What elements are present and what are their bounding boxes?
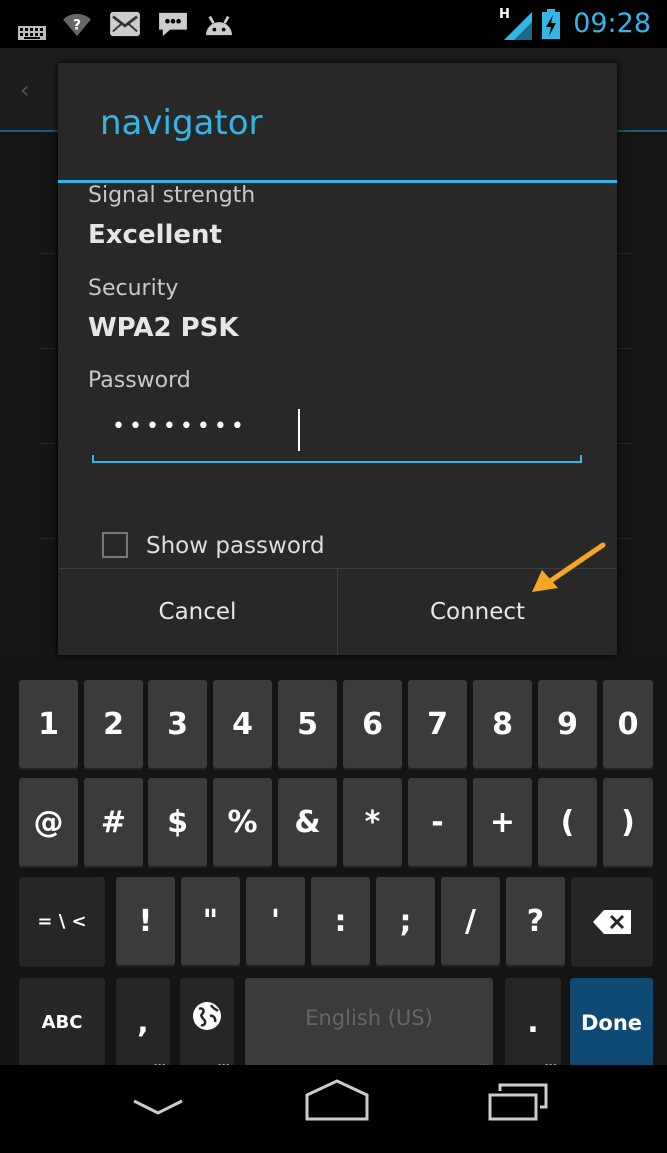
key-exclamation[interactable]: ! [116, 877, 175, 967]
key-percent[interactable]: % [213, 778, 272, 868]
key-double-quote[interactable]: " [181, 877, 240, 967]
key-semicolon[interactable]: ; [376, 877, 435, 967]
key-minus[interactable]: - [408, 778, 467, 868]
android-icon [206, 15, 232, 36]
backspace-icon [593, 910, 631, 934]
text-cursor [298, 409, 300, 451]
cancel-button[interactable]: Cancel [58, 569, 337, 655]
key-1[interactable]: 1 [19, 680, 78, 770]
navigation-bar [0, 1065, 667, 1153]
key-4[interactable]: 4 [213, 680, 272, 770]
show-password-label[interactable]: Show password [146, 533, 325, 559]
done-key[interactable]: Done [570, 978, 653, 1068]
svg-text:?: ? [73, 18, 81, 34]
key-at[interactable]: @ [19, 778, 78, 868]
key-2[interactable]: 2 [84, 680, 143, 770]
input-underline [92, 455, 582, 463]
keyboard-icon [18, 26, 46, 40]
key-more-symbols[interactable]: = \ < [19, 877, 105, 967]
key-open-paren[interactable]: ( [538, 778, 597, 868]
battery-charging-icon [542, 9, 560, 39]
recents-icon[interactable] [486, 1077, 552, 1123]
password-value: •••••••• [112, 414, 248, 439]
status-bar: ? H 09:28 [0, 0, 667, 48]
network-type-label: H [499, 7, 510, 22]
chat-icon [159, 12, 187, 37]
security-value: WPA2 PSK [88, 313, 239, 343]
backspace-key[interactable] [571, 877, 653, 967]
key-hash[interactable]: # [84, 778, 143, 868]
language-key[interactable]: ... [180, 978, 234, 1068]
key-period-label: . [527, 1005, 539, 1040]
signal-strength-label: Signal strength [88, 183, 256, 208]
signal-strength-value: Excellent [88, 220, 222, 250]
key-9[interactable]: 9 [538, 680, 597, 770]
key-7[interactable]: 7 [408, 680, 467, 770]
space-key[interactable]: English (US)... [245, 978, 493, 1068]
password-input[interactable]: •••••••• [92, 403, 582, 463]
annotation-arrow-icon [532, 542, 606, 592]
space-key-label: English (US) [305, 1006, 433, 1030]
key-comma[interactable]: ,... [116, 978, 170, 1068]
back-icon[interactable] [130, 1085, 186, 1125]
key-dollar[interactable]: $ [148, 778, 207, 868]
key-comma-label: , [137, 1005, 149, 1040]
key-colon[interactable]: : [311, 877, 370, 967]
password-label: Password [88, 368, 191, 393]
up-caret-icon: ‹ [20, 76, 30, 104]
key-slash[interactable]: / [441, 877, 500, 967]
key-ampersand[interactable]: & [278, 778, 337, 868]
dialog-title: navigator [100, 103, 263, 143]
security-label: Security [88, 276, 179, 301]
key-plus[interactable]: + [473, 778, 532, 868]
globe-icon [193, 1002, 221, 1030]
key-close-paren[interactable]: ) [603, 778, 653, 868]
key-period[interactable]: .... [505, 978, 561, 1068]
key-6[interactable]: 6 [343, 680, 402, 770]
wifi-question-icon: ? [63, 13, 91, 37]
soft-keyboard: 1 2 3 4 5 6 7 8 9 0 @ # $ % & * - + ( ) … [0, 660, 667, 1068]
key-asterisk[interactable]: * [343, 778, 402, 868]
show-password-checkbox[interactable] [102, 532, 128, 558]
key-single-quote[interactable]: ' [246, 877, 305, 967]
abc-key[interactable]: ABC [19, 978, 105, 1068]
key-question[interactable]: ? [506, 877, 565, 967]
key-3[interactable]: 3 [148, 680, 207, 770]
clock: 09:28 [573, 8, 651, 39]
key-0[interactable]: 0 [603, 680, 653, 770]
home-icon[interactable] [302, 1077, 372, 1123]
email-icon [110, 11, 140, 37]
key-8[interactable]: 8 [473, 680, 532, 770]
key-5[interactable]: 5 [278, 680, 337, 770]
